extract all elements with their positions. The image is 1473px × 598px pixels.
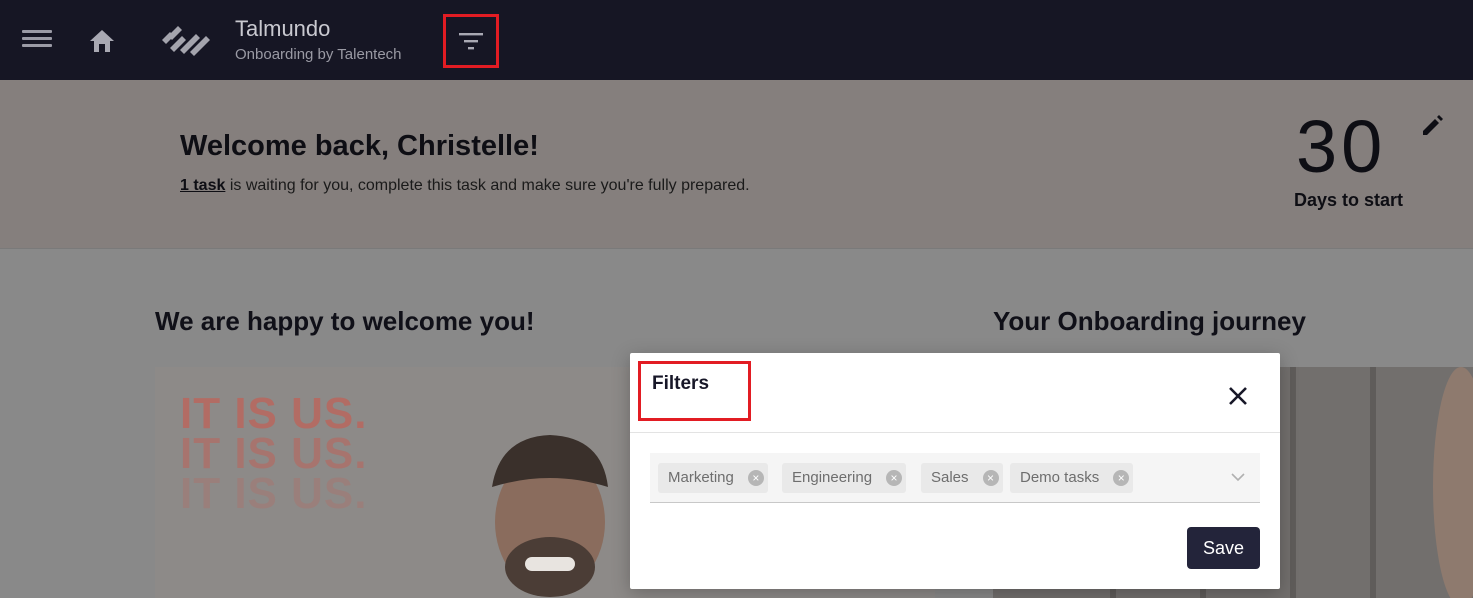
menu-icon[interactable] <box>22 30 52 54</box>
filter-chip[interactable]: Sales × <box>921 463 1003 493</box>
filter-button[interactable] <box>443 14 499 68</box>
chip-label: Marketing <box>668 469 734 486</box>
filter-icon <box>459 33 483 50</box>
welcome-heading: We are happy to welcome you! <box>155 306 535 336</box>
close-icon[interactable] <box>1226 384 1250 408</box>
pencil-icon[interactable] <box>1420 112 1450 142</box>
filters-title: Filters <box>652 373 710 394</box>
brand-name: Talmundo <box>235 16 331 41</box>
filter-chip[interactable]: Engineering × <box>782 463 907 493</box>
welcome-hero <box>0 80 1473 248</box>
slogan-line: IT IS US. <box>180 469 368 518</box>
chip-label: Sales <box>931 469 969 486</box>
save-button[interactable]: Save <box>1187 527 1260 569</box>
chip-label: Engineering <box>792 469 873 486</box>
chip-label: Demo tasks <box>1020 469 1100 486</box>
task-link[interactable]: 1 task <box>180 177 225 194</box>
filter-chip[interactable]: Demo tasks × <box>1010 463 1134 493</box>
person-image <box>492 435 608 597</box>
chip-remove-icon[interactable]: × <box>747 470 764 486</box>
filters-dialog: Filters Marketing × Engineering × Sales … <box>630 353 1280 589</box>
filter-select[interactable]: Marketing × Engineering × Sales × Demo t… <box>650 453 1260 503</box>
days-count: 30 <box>1296 105 1387 188</box>
days-label: Days to start <box>1294 190 1404 210</box>
welcome-greeting: Welcome back, Christelle! <box>180 130 539 162</box>
divider <box>630 432 1280 433</box>
brand-subtitle: Onboarding by Talentech <box>235 46 402 63</box>
chip-remove-icon[interactable]: × <box>886 470 903 486</box>
journey-heading: Your Onboarding journey <box>993 306 1306 336</box>
home-icon[interactable] <box>88 28 118 54</box>
filter-chip[interactable]: Marketing × <box>658 463 768 493</box>
chevron-down-icon[interactable] <box>1230 471 1246 483</box>
top-bar: Talmundo Onboarding by Talentech <box>0 0 1473 80</box>
task-summary: 1 task is waiting for you, complete this… <box>180 177 750 195</box>
chip-remove-icon[interactable]: × <box>982 470 999 486</box>
chip-remove-icon[interactable]: × <box>1113 470 1130 486</box>
brand: Talmundo Onboarding by Talentech <box>235 16 402 63</box>
task-summary-text: is waiting for you, complete this task a… <box>225 177 750 194</box>
talmundo-logo <box>160 26 212 56</box>
